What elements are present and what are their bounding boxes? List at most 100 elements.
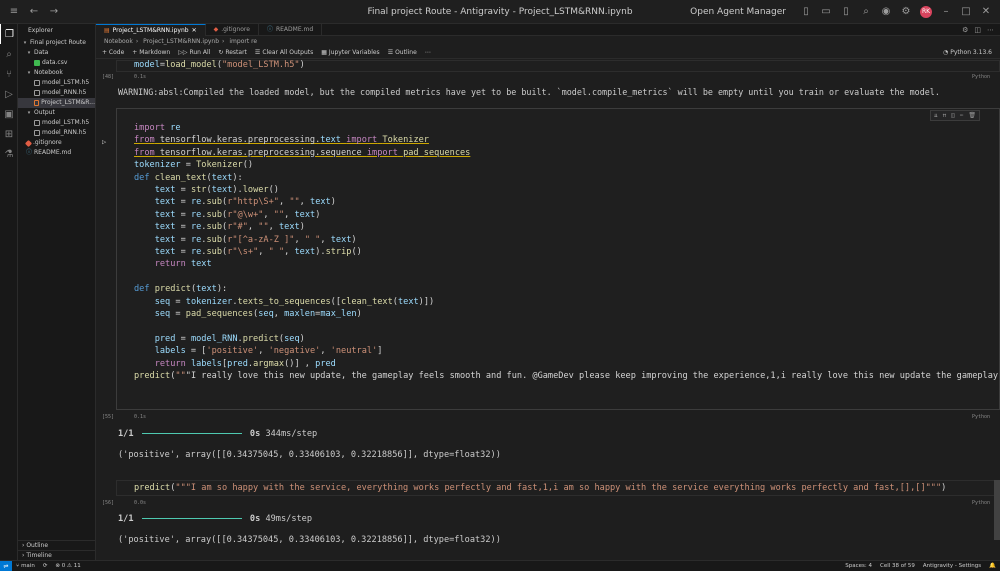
run-debug-icon[interactable]: ▷ bbox=[0, 84, 18, 104]
tree-item-data-folder[interactable]: ▾ Data bbox=[18, 48, 95, 58]
problems-status[interactable]: ⊗ 0 ⚠ 11 bbox=[51, 563, 84, 569]
cell-language[interactable]: Python bbox=[972, 500, 990, 506]
clear-label: Clear All Outputs bbox=[262, 49, 314, 56]
cell-code[interactable]: model=load_model("model_LSTM.h5") bbox=[134, 59, 305, 71]
tree-item-output-folder[interactable]: ▾ Output bbox=[18, 108, 95, 118]
remote-icon[interactable]: ⇌ bbox=[0, 560, 12, 571]
csv-file-icon bbox=[34, 60, 40, 66]
bell-icon[interactable]: 🔔 bbox=[985, 563, 1000, 569]
code-line[interactable] bbox=[134, 321, 1000, 333]
run-by-line-icon[interactable]: ⇊ bbox=[934, 112, 938, 119]
back-arrow-icon[interactable]: ← bbox=[28, 6, 40, 18]
code-line[interactable]: from tensorflow.keras.preprocessing.text… bbox=[134, 134, 1000, 146]
code-line[interactable]: text = re.sub(r"[^a-zA-Z ]", " ", text) bbox=[134, 234, 1000, 246]
code-line[interactable]: text = re.sub(r"\s+", " ", text).strip() bbox=[134, 246, 1000, 258]
jupyter-variables-button[interactable]: ▦ Jupyter Variables bbox=[321, 49, 379, 56]
avatar[interactable]: RK bbox=[920, 6, 932, 18]
code-line[interactable]: labels = ['positive', 'negative', 'neutr… bbox=[134, 345, 1000, 357]
scrollbar-thumb[interactable] bbox=[994, 480, 1000, 540]
code-line[interactable]: text = re.sub(r"#", "", text) bbox=[134, 221, 1000, 233]
code-line[interactable]: from tensorflow.keras.preprocessing.sequ… bbox=[134, 147, 1000, 159]
kernel-picker[interactable]: ◔ Python 3.13.6 bbox=[943, 49, 1000, 56]
add-code-cell-button[interactable]: + Code bbox=[102, 49, 124, 56]
code-line[interactable]: import re bbox=[134, 122, 1000, 134]
tab-gitignore[interactable]: ◆ .gitignore bbox=[206, 24, 259, 36]
tree-item-readme[interactable]: ⓘ README.md bbox=[18, 148, 95, 158]
cell-output-warning: WARNING:absl:Compiled the loaded model, … bbox=[118, 87, 940, 97]
branch-status[interactable]: ⑂ main bbox=[12, 563, 39, 569]
clear-outputs-button[interactable]: ☰ Clear All Outputs bbox=[255, 49, 313, 56]
minimize-icon[interactable]: – bbox=[940, 6, 952, 18]
restart-button[interactable]: ↻ Restart bbox=[218, 49, 247, 56]
tree-item-notebook-folder[interactable]: ▾ Notebook bbox=[18, 68, 95, 78]
search-activity-icon[interactable]: ⌕ bbox=[0, 44, 18, 64]
cell-language[interactable]: Python bbox=[972, 74, 990, 80]
browser-icon[interactable]: ◉ bbox=[880, 6, 892, 18]
extensions-icon[interactable]: ⊞ bbox=[0, 124, 18, 144]
run-above-icon[interactable]: ⇈ bbox=[943, 112, 947, 119]
layout-right-icon[interactable]: ▯ bbox=[840, 6, 852, 18]
split-cell-icon[interactable]: ◫ bbox=[951, 112, 955, 119]
settings-gear-icon[interactable]: ⚙ bbox=[900, 6, 912, 18]
app-menu-icon[interactable]: ≡ bbox=[8, 6, 20, 18]
code-line[interactable]: def predict(text): bbox=[134, 283, 1000, 295]
tab-notebook[interactable]: ▤ Project_LSTM&RNN.ipynb ✕ bbox=[96, 24, 206, 36]
delete-icon[interactable]: 🗑 bbox=[968, 112, 976, 119]
breadcrumb-item[interactable]: import re bbox=[229, 38, 257, 45]
tree-item-notebook-file[interactable]: Project_LSTM&R... bbox=[18, 98, 95, 108]
tab-readme[interactable]: ⓘ README.md bbox=[259, 24, 323, 36]
code-line[interactable]: return labels[pred.argmax()] , pred bbox=[134, 358, 1000, 370]
timeline-section[interactable]: › Timeline bbox=[18, 550, 96, 560]
tree-item-output-rnn[interactable]: model_RNN.h5 bbox=[18, 128, 95, 138]
tree-item-data-csv[interactable]: data.csv bbox=[18, 58, 95, 68]
layout-sidebar-icon[interactable]: ▯ bbox=[800, 6, 812, 18]
forward-arrow-icon[interactable]: → bbox=[48, 6, 60, 18]
code-line[interactable]: seq = tokenizer.texts_to_sequences([clea… bbox=[134, 296, 1000, 308]
tree-root[interactable]: ▾ Final project Route bbox=[18, 38, 95, 48]
code-line[interactable] bbox=[134, 271, 1000, 283]
search-icon[interactable]: ⌕ bbox=[860, 6, 872, 18]
spaces-status[interactable]: Spaces: 4 bbox=[841, 563, 876, 569]
execution-time: 0.1s bbox=[134, 74, 147, 80]
sync-icon[interactable]: ⟳ bbox=[39, 563, 52, 569]
run-all-button[interactable]: ▷▷ Run All bbox=[178, 49, 210, 56]
cell-status[interactable]: Cell 38 of 59 bbox=[876, 563, 919, 569]
code-line[interactable]: tokenizer = Tokenizer() bbox=[134, 159, 1000, 171]
remote-explorer-icon[interactable]: ▣ bbox=[0, 104, 18, 124]
testing-icon[interactable]: ⚗ bbox=[0, 144, 18, 164]
breadcrumb-item[interactable]: Notebook bbox=[104, 38, 133, 45]
split-editor-icon[interactable]: ◫ bbox=[974, 26, 981, 34]
maximize-icon[interactable]: □ bbox=[960, 6, 972, 18]
explorer-icon[interactable]: ❐ bbox=[0, 24, 18, 44]
layout-panel-icon[interactable]: ▭ bbox=[820, 6, 832, 18]
tree-item-gitignore[interactable]: .gitignore bbox=[18, 138, 95, 148]
code-line[interactable]: def clean_text(text): bbox=[134, 172, 1000, 184]
code-line[interactable]: seq = pad_sequences(seq, maxlen=max_len) bbox=[134, 308, 1000, 320]
code-line[interactable]: return text bbox=[134, 258, 1000, 270]
code-line[interactable]: pred = model_RNN.predict(seq) bbox=[134, 333, 1000, 345]
breadcrumb-item[interactable]: Project_LSTM&RNN.ipynb bbox=[143, 38, 219, 45]
cell-code[interactable]: import re from tensorflow.keras.preproces… bbox=[134, 122, 1000, 383]
code-line[interactable]: text = re.sub(r"@\w+", "", text) bbox=[134, 209, 1000, 221]
code-line[interactable]: text = re.sub(r"http\S+", "", text) bbox=[134, 196, 1000, 208]
run-cell-icon[interactable]: ▷ bbox=[102, 138, 106, 146]
code-line[interactable]: predict("""I really love this new update… bbox=[134, 370, 1000, 382]
outline-button[interactable]: ☰ Outline bbox=[388, 49, 417, 56]
cell-code[interactable]: predict("""I am so happy with the servic… bbox=[134, 482, 946, 494]
more-actions-icon[interactable]: ⋯ bbox=[987, 26, 994, 34]
add-markdown-cell-button[interactable]: + Markdown bbox=[132, 49, 170, 56]
code-line[interactable]: text = str(text).lower() bbox=[134, 184, 1000, 196]
more-toolbar-icon[interactable]: ⋯ bbox=[425, 49, 431, 56]
compare-icon[interactable]: ⚙ bbox=[962, 26, 968, 34]
agent-manager-button[interactable]: Open Agent Manager bbox=[690, 7, 786, 17]
more-icon[interactable]: ⋯ bbox=[960, 112, 964, 119]
tree-item-model-lstm[interactable]: model_LSTM.h5 bbox=[18, 78, 95, 88]
tree-item-output-lstm[interactable]: model_LSTM.h5 bbox=[18, 118, 95, 128]
settings-status[interactable]: Antigravity - Settings bbox=[919, 563, 985, 569]
source-control-icon[interactable]: ⑂ bbox=[0, 64, 18, 84]
cell-language[interactable]: Python bbox=[972, 414, 990, 420]
close-icon[interactable]: ✕ bbox=[980, 6, 992, 18]
close-icon[interactable]: ✕ bbox=[192, 25, 197, 37]
tree-item-model-rnn[interactable]: model_RNN.h5 bbox=[18, 88, 95, 98]
outline-section[interactable]: › Outline bbox=[18, 540, 96, 550]
